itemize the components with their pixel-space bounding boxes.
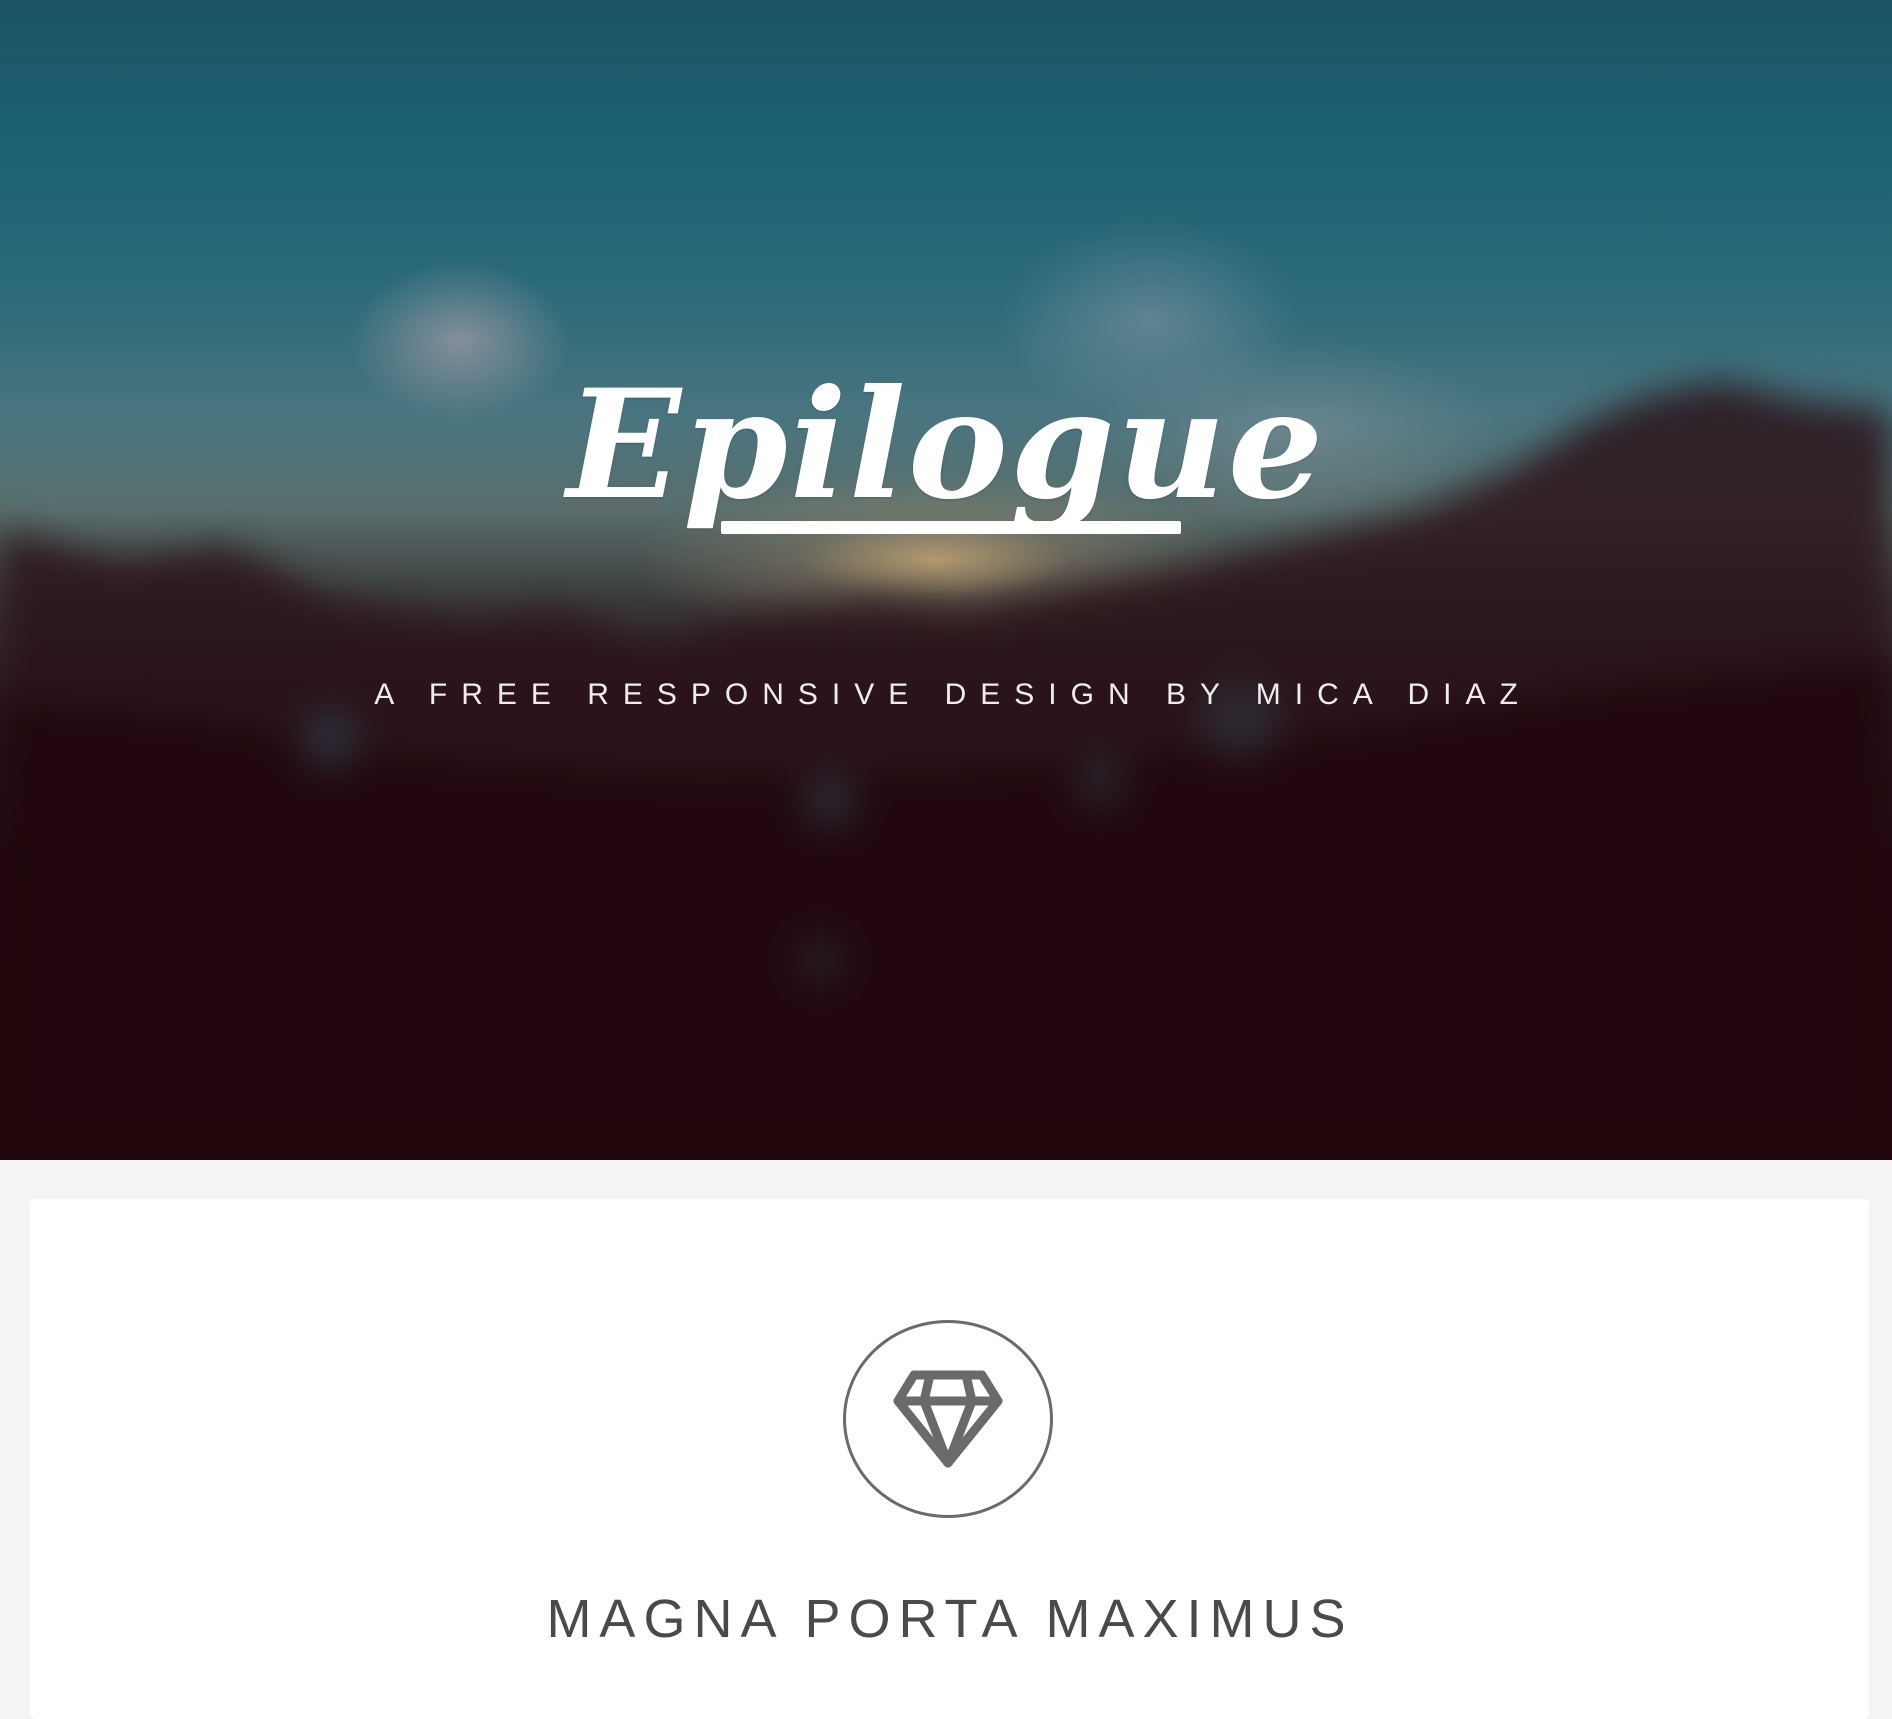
hero-banner: Epilogue A FREE RESPONSIVE DESIGN BY MIC… xyxy=(0,0,1892,1160)
site-logo[interactable]: Epilogue xyxy=(0,370,1892,520)
feature-title: MAGNA PORTA MAXIMUS xyxy=(546,1589,1354,1649)
hero-tagline: A FREE RESPONSIVE DESIGN BY MICA DIAZ xyxy=(374,678,1532,711)
logo-underline xyxy=(721,521,1181,534)
hero-background-mountains xyxy=(0,380,1892,1160)
feature-icon-circle xyxy=(843,1320,1053,1518)
diamond-icon xyxy=(893,1370,1003,1468)
